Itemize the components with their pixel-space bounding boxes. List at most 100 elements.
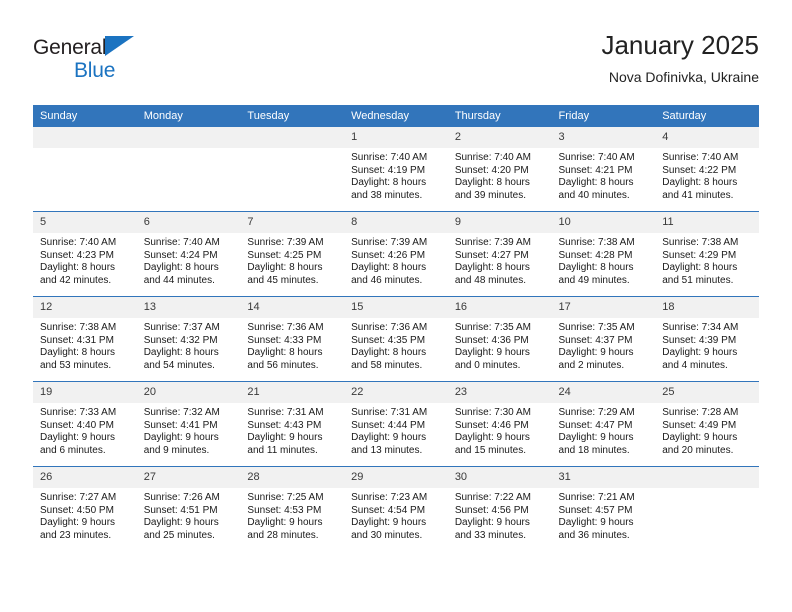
sunset-text: Sunset: 4:36 PM xyxy=(454,334,529,346)
sunset-text: Sunset: 4:40 PM xyxy=(40,419,114,431)
daylight-text-line1: Daylight: 9 hours xyxy=(40,432,116,444)
daylight-text-line2: and 28 minutes. xyxy=(247,529,319,541)
day-cell[interactable]: 10 Sunrise: 7:38 AM Sunset: 4:28 PM Dayl… xyxy=(551,211,656,297)
day-cell[interactable]: 14 Sunrise: 7:36 AM Sunset: 4:33 PM Dayl… xyxy=(240,296,345,382)
day-number: 19 xyxy=(33,382,137,403)
daylight-text-line1: Daylight: 8 hours xyxy=(40,262,116,274)
day-details: Sunrise: 7:28 AM Sunset: 4:49 PM Dayligh… xyxy=(655,403,759,457)
day-cell[interactable]: 26 Sunrise: 7:27 AM Sunset: 4:50 PM Dayl… xyxy=(33,466,137,551)
sunrise-text: Sunrise: 7:29 AM xyxy=(558,407,635,418)
sunrise-text: Sunrise: 7:40 AM xyxy=(662,152,739,163)
daylight-text-line1: Daylight: 8 hours xyxy=(558,177,634,189)
day-number: 30 xyxy=(447,467,552,488)
daylight-text-line2: and 53 minutes. xyxy=(40,359,112,371)
day-cell[interactable]: 8 Sunrise: 7:39 AM Sunset: 4:26 PM Dayli… xyxy=(344,211,448,297)
day-cell[interactable]: 13 Sunrise: 7:37 AM Sunset: 4:32 PM Dayl… xyxy=(136,296,241,382)
day-details: Sunrise: 7:40 AM Sunset: 4:22 PM Dayligh… xyxy=(655,148,759,202)
daylight-text-line1: Daylight: 9 hours xyxy=(558,347,634,359)
day-details: Sunrise: 7:37 AM Sunset: 4:32 PM Dayligh… xyxy=(137,318,241,372)
day-details: Sunrise: 7:39 AM Sunset: 4:25 PM Dayligh… xyxy=(240,233,344,287)
day-details: Sunrise: 7:31 AM Sunset: 4:44 PM Dayligh… xyxy=(344,403,448,457)
day-cell[interactable]: 27 Sunrise: 7:26 AM Sunset: 4:51 PM Dayl… xyxy=(136,466,241,551)
day-cell[interactable]: 12 Sunrise: 7:38 AM Sunset: 4:31 PM Dayl… xyxy=(33,296,137,382)
daylight-text-line1: Daylight: 8 hours xyxy=(247,347,323,359)
day-cell[interactable]: 6 Sunrise: 7:40 AM Sunset: 4:24 PM Dayli… xyxy=(136,211,241,297)
daylight-text-line2: and 4 minutes. xyxy=(662,359,728,371)
day-cell[interactable]: 25 Sunrise: 7:28 AM Sunset: 4:49 PM Dayl… xyxy=(655,381,759,467)
day-cell[interactable]: 22 Sunrise: 7:31 AM Sunset: 4:44 PM Dayl… xyxy=(344,381,448,467)
day-cell[interactable]: 30 Sunrise: 7:22 AM Sunset: 4:56 PM Dayl… xyxy=(447,466,552,551)
day-details: Sunrise: 7:38 AM Sunset: 4:31 PM Dayligh… xyxy=(33,318,137,372)
day-number: 2 xyxy=(447,127,552,148)
sunrise-text: Sunrise: 7:40 AM xyxy=(40,237,117,248)
day-number: 20 xyxy=(136,382,241,403)
day-cell[interactable]: 5 Sunrise: 7:40 AM Sunset: 4:23 PM Dayli… xyxy=(33,211,137,297)
daylight-text-line1: Daylight: 9 hours xyxy=(454,517,530,529)
day-cell[interactable]: 15 Sunrise: 7:36 AM Sunset: 4:35 PM Dayl… xyxy=(344,296,448,382)
day-cell[interactable]: 2 Sunrise: 7:40 AM Sunset: 4:20 PM Dayli… xyxy=(447,127,552,212)
daylight-text-line2: and 23 minutes. xyxy=(40,529,112,541)
blue-triangle-icon xyxy=(105,36,135,56)
sunrise-text: Sunrise: 7:35 AM xyxy=(454,322,531,333)
day-cell[interactable]: 9 Sunrise: 7:39 AM Sunset: 4:27 PM Dayli… xyxy=(447,211,552,297)
calendar-grid: Sunday Monday Tuesday Wednesday Thursday… xyxy=(33,105,759,551)
day-cell[interactable]: 11 Sunrise: 7:38 AM Sunset: 4:29 PM Dayl… xyxy=(655,211,759,297)
sunset-text: Sunset: 4:56 PM xyxy=(454,504,529,516)
sunset-text: Sunset: 4:32 PM xyxy=(143,334,218,346)
sunrise-text: Sunrise: 7:38 AM xyxy=(40,322,117,333)
day-cell[interactable]: 4 Sunrise: 7:40 AM Sunset: 4:22 PM Dayli… xyxy=(655,127,759,212)
day-details: Sunrise: 7:25 AM Sunset: 4:53 PM Dayligh… xyxy=(240,488,344,542)
calendar-week-row: 12 Sunrise: 7:38 AM Sunset: 4:31 PM Dayl… xyxy=(33,296,759,382)
day-cell[interactable]: 31 Sunrise: 7:21 AM Sunset: 4:57 PM Dayl… xyxy=(551,466,656,551)
sunset-text: Sunset: 4:26 PM xyxy=(351,249,426,261)
daylight-text-line2: and 36 minutes. xyxy=(558,529,630,541)
day-cell[interactable]: 3 Sunrise: 7:40 AM Sunset: 4:21 PM Dayli… xyxy=(551,127,656,212)
day-cell[interactable]: 16 Sunrise: 7:35 AM Sunset: 4:36 PM Dayl… xyxy=(447,296,552,382)
day-cell[interactable]: 21 Sunrise: 7:31 AM Sunset: 4:43 PM Dayl… xyxy=(240,381,345,467)
calendar-body: 1 Sunrise: 7:40 AM Sunset: 4:19 PM Dayli… xyxy=(33,127,759,551)
day-number: 15 xyxy=(344,297,448,318)
daylight-text-line2: and 44 minutes. xyxy=(143,274,215,286)
day-details: Sunrise: 7:23 AM Sunset: 4:54 PM Dayligh… xyxy=(344,488,448,542)
daylight-text-line2: and 30 minutes. xyxy=(351,529,423,541)
day-cell[interactable]: 24 Sunrise: 7:29 AM Sunset: 4:47 PM Dayl… xyxy=(551,381,656,467)
weekday-header-row: Sunday Monday Tuesday Wednesday Thursday… xyxy=(33,105,759,127)
sunrise-text: Sunrise: 7:34 AM xyxy=(662,322,739,333)
daylight-text-line2: and 41 minutes. xyxy=(662,189,734,201)
daylight-text-line1: Daylight: 8 hours xyxy=(351,347,427,359)
sunrise-text: Sunrise: 7:38 AM xyxy=(558,237,635,248)
sunrise-text: Sunrise: 7:30 AM xyxy=(454,407,531,418)
weekday-header-wednesday: Wednesday xyxy=(344,105,448,127)
day-cell[interactable]: 29 Sunrise: 7:23 AM Sunset: 4:54 PM Dayl… xyxy=(344,466,448,551)
day-number: 3 xyxy=(551,127,656,148)
day-cell[interactable]: 18 Sunrise: 7:34 AM Sunset: 4:39 PM Dayl… xyxy=(655,296,759,382)
daylight-text-line2: and 51 minutes. xyxy=(662,274,734,286)
day-number xyxy=(33,127,137,148)
day-cell-empty xyxy=(655,466,759,551)
daylight-text-line1: Daylight: 9 hours xyxy=(662,432,738,444)
day-cell[interactable]: 7 Sunrise: 7:39 AM Sunset: 4:25 PM Dayli… xyxy=(240,211,345,297)
day-cell[interactable]: 28 Sunrise: 7:25 AM Sunset: 4:53 PM Dayl… xyxy=(240,466,345,551)
day-cell[interactable]: 17 Sunrise: 7:35 AM Sunset: 4:37 PM Dayl… xyxy=(551,296,656,382)
day-cell[interactable]: 23 Sunrise: 7:30 AM Sunset: 4:46 PM Dayl… xyxy=(447,381,552,467)
day-number: 28 xyxy=(240,467,345,488)
daylight-text-line1: Daylight: 9 hours xyxy=(558,432,634,444)
day-number: 9 xyxy=(447,212,552,233)
daylight-text-line1: Daylight: 9 hours xyxy=(143,517,219,529)
sunrise-text: Sunrise: 7:39 AM xyxy=(351,237,428,248)
day-number: 6 xyxy=(136,212,241,233)
daylight-text-line1: Daylight: 8 hours xyxy=(143,347,219,359)
day-cell[interactable]: 1 Sunrise: 7:40 AM Sunset: 4:19 PM Dayli… xyxy=(344,127,448,212)
day-cell[interactable]: 19 Sunrise: 7:33 AM Sunset: 4:40 PM Dayl… xyxy=(33,381,137,467)
sunrise-text: Sunrise: 7:36 AM xyxy=(351,322,428,333)
sunset-text: Sunset: 4:39 PM xyxy=(662,334,737,346)
brand-logo[interactable]: General Blue xyxy=(33,36,253,92)
sunset-text: Sunset: 4:44 PM xyxy=(351,419,426,431)
weekday-header-saturday: Saturday xyxy=(655,105,759,127)
weekday-header-sunday: Sunday xyxy=(33,105,137,127)
daylight-text-line2: and 45 minutes. xyxy=(247,274,319,286)
daylight-text-line2: and 38 minutes. xyxy=(351,189,423,201)
daylight-text-line1: Daylight: 8 hours xyxy=(247,262,323,274)
daylight-text-line1: Daylight: 9 hours xyxy=(247,432,323,444)
day-cell[interactable]: 20 Sunrise: 7:32 AM Sunset: 4:41 PM Dayl… xyxy=(136,381,241,467)
